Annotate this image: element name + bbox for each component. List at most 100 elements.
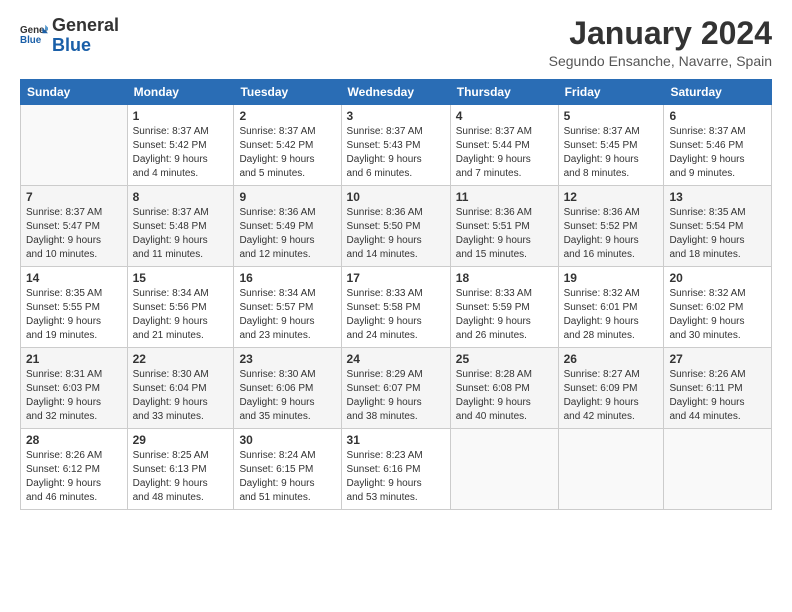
calendar-cell: 29 Sunrise: 8:25 AM Sunset: 6:13 PM Dayl… xyxy=(127,429,234,510)
calendar-cell: 14 Sunrise: 8:35 AM Sunset: 5:55 PM Dayl… xyxy=(21,267,128,348)
week-row-4: 28 Sunrise: 8:26 AM Sunset: 6:12 PM Dayl… xyxy=(21,429,772,510)
day-number: 10 xyxy=(347,190,445,204)
day-info: Sunrise: 8:36 AM Sunset: 5:49 PM Dayligh… xyxy=(239,206,335,262)
calendar-cell: 20 Sunrise: 8:32 AM Sunset: 6:02 PM Dayl… xyxy=(664,267,772,348)
calendar-cell: 9 Sunrise: 8:36 AM Sunset: 5:49 PM Dayli… xyxy=(234,186,341,267)
calendar-cell: 16 Sunrise: 8:34 AM Sunset: 5:57 PM Dayl… xyxy=(234,267,341,348)
day-number: 22 xyxy=(133,352,229,366)
month-title: January 2024 xyxy=(549,16,772,51)
day-info: Sunrise: 8:37 AM Sunset: 5:48 PM Dayligh… xyxy=(133,206,229,262)
calendar-cell: 7 Sunrise: 8:37 AM Sunset: 5:47 PM Dayli… xyxy=(21,186,128,267)
day-info: Sunrise: 8:37 AM Sunset: 5:47 PM Dayligh… xyxy=(26,206,122,262)
calendar-cell: 12 Sunrise: 8:36 AM Sunset: 5:52 PM Dayl… xyxy=(558,186,664,267)
calendar-cell: 2 Sunrise: 8:37 AM Sunset: 5:42 PM Dayli… xyxy=(234,105,341,186)
day-info: Sunrise: 8:37 AM Sunset: 5:46 PM Dayligh… xyxy=(669,125,766,181)
day-info: Sunrise: 8:37 AM Sunset: 5:42 PM Dayligh… xyxy=(133,125,229,181)
day-info: Sunrise: 8:35 AM Sunset: 5:54 PM Dayligh… xyxy=(669,206,766,262)
day-number: 3 xyxy=(347,109,445,123)
day-number: 28 xyxy=(26,433,122,447)
day-number: 11 xyxy=(456,190,553,204)
day-info: Sunrise: 8:31 AM Sunset: 6:03 PM Dayligh… xyxy=(26,368,122,424)
calendar-cell: 6 Sunrise: 8:37 AM Sunset: 5:46 PM Dayli… xyxy=(664,105,772,186)
col-sunday: Sunday xyxy=(21,80,128,105)
day-info: Sunrise: 8:35 AM Sunset: 5:55 PM Dayligh… xyxy=(26,287,122,343)
calendar-cell: 1 Sunrise: 8:37 AM Sunset: 5:42 PM Dayli… xyxy=(127,105,234,186)
calendar-cell: 30 Sunrise: 8:24 AM Sunset: 6:15 PM Dayl… xyxy=(234,429,341,510)
col-wednesday: Wednesday xyxy=(341,80,450,105)
day-number: 6 xyxy=(669,109,766,123)
calendar-cell: 26 Sunrise: 8:27 AM Sunset: 6:09 PM Dayl… xyxy=(558,348,664,429)
calendar-cell: 4 Sunrise: 8:37 AM Sunset: 5:44 PM Dayli… xyxy=(450,105,558,186)
calendar-cell: 27 Sunrise: 8:26 AM Sunset: 6:11 PM Dayl… xyxy=(664,348,772,429)
day-info: Sunrise: 8:26 AM Sunset: 6:12 PM Dayligh… xyxy=(26,449,122,505)
header: General Blue General Blue January 2024 S… xyxy=(20,16,772,69)
day-number: 18 xyxy=(456,271,553,285)
day-number: 25 xyxy=(456,352,553,366)
day-info: Sunrise: 8:37 AM Sunset: 5:44 PM Dayligh… xyxy=(456,125,553,181)
title-area: January 2024 Segundo Ensanche, Navarre, … xyxy=(549,16,772,69)
day-number: 14 xyxy=(26,271,122,285)
col-saturday: Saturday xyxy=(664,80,772,105)
day-info: Sunrise: 8:23 AM Sunset: 6:16 PM Dayligh… xyxy=(347,449,445,505)
day-number: 26 xyxy=(564,352,659,366)
day-info: Sunrise: 8:26 AM Sunset: 6:11 PM Dayligh… xyxy=(669,368,766,424)
calendar-cell xyxy=(664,429,772,510)
col-tuesday: Tuesday xyxy=(234,80,341,105)
day-number: 8 xyxy=(133,190,229,204)
calendar-cell xyxy=(558,429,664,510)
day-info: Sunrise: 8:27 AM Sunset: 6:09 PM Dayligh… xyxy=(564,368,659,424)
day-info: Sunrise: 8:34 AM Sunset: 5:57 PM Dayligh… xyxy=(239,287,335,343)
calendar-cell: 17 Sunrise: 8:33 AM Sunset: 5:58 PM Dayl… xyxy=(341,267,450,348)
calendar-cell: 24 Sunrise: 8:29 AM Sunset: 6:07 PM Dayl… xyxy=(341,348,450,429)
col-monday: Monday xyxy=(127,80,234,105)
day-number: 20 xyxy=(669,271,766,285)
calendar-cell: 31 Sunrise: 8:23 AM Sunset: 6:16 PM Dayl… xyxy=(341,429,450,510)
calendar-cell: 18 Sunrise: 8:33 AM Sunset: 5:59 PM Dayl… xyxy=(450,267,558,348)
day-number: 2 xyxy=(239,109,335,123)
day-number: 4 xyxy=(456,109,553,123)
day-info: Sunrise: 8:32 AM Sunset: 6:02 PM Dayligh… xyxy=(669,287,766,343)
calendar-cell: 25 Sunrise: 8:28 AM Sunset: 6:08 PM Dayl… xyxy=(450,348,558,429)
page-container: General Blue General Blue January 2024 S… xyxy=(0,0,792,612)
week-row-3: 21 Sunrise: 8:31 AM Sunset: 6:03 PM Dayl… xyxy=(21,348,772,429)
calendar-cell: 23 Sunrise: 8:30 AM Sunset: 6:06 PM Dayl… xyxy=(234,348,341,429)
day-info: Sunrise: 8:33 AM Sunset: 5:59 PM Dayligh… xyxy=(456,287,553,343)
day-info: Sunrise: 8:37 AM Sunset: 5:42 PM Dayligh… xyxy=(239,125,335,181)
calendar-cell: 28 Sunrise: 8:26 AM Sunset: 6:12 PM Dayl… xyxy=(21,429,128,510)
day-number: 21 xyxy=(26,352,122,366)
day-info: Sunrise: 8:37 AM Sunset: 5:43 PM Dayligh… xyxy=(347,125,445,181)
calendar-body: 1 Sunrise: 8:37 AM Sunset: 5:42 PM Dayli… xyxy=(21,105,772,510)
day-number: 17 xyxy=(347,271,445,285)
day-info: Sunrise: 8:33 AM Sunset: 5:58 PM Dayligh… xyxy=(347,287,445,343)
calendar-cell xyxy=(450,429,558,510)
day-number: 31 xyxy=(347,433,445,447)
day-info: Sunrise: 8:30 AM Sunset: 6:04 PM Dayligh… xyxy=(133,368,229,424)
day-number: 15 xyxy=(133,271,229,285)
day-number: 13 xyxy=(669,190,766,204)
day-number: 29 xyxy=(133,433,229,447)
day-number: 27 xyxy=(669,352,766,366)
day-number: 12 xyxy=(564,190,659,204)
day-info: Sunrise: 8:28 AM Sunset: 6:08 PM Dayligh… xyxy=(456,368,553,424)
col-friday: Friday xyxy=(558,80,664,105)
day-info: Sunrise: 8:30 AM Sunset: 6:06 PM Dayligh… xyxy=(239,368,335,424)
calendar-table: Sunday Monday Tuesday Wednesday Thursday… xyxy=(20,79,772,510)
logo: General Blue General Blue xyxy=(20,16,119,56)
day-info: Sunrise: 8:36 AM Sunset: 5:51 PM Dayligh… xyxy=(456,206,553,262)
day-number: 9 xyxy=(239,190,335,204)
svg-text:Blue: Blue xyxy=(20,35,42,46)
header-row: Sunday Monday Tuesday Wednesday Thursday… xyxy=(21,80,772,105)
calendar-cell: 8 Sunrise: 8:37 AM Sunset: 5:48 PM Dayli… xyxy=(127,186,234,267)
day-info: Sunrise: 8:32 AM Sunset: 6:01 PM Dayligh… xyxy=(564,287,659,343)
calendar-cell: 13 Sunrise: 8:35 AM Sunset: 5:54 PM Dayl… xyxy=(664,186,772,267)
calendar-cell: 11 Sunrise: 8:36 AM Sunset: 5:51 PM Dayl… xyxy=(450,186,558,267)
day-number: 1 xyxy=(133,109,229,123)
col-thursday: Thursday xyxy=(450,80,558,105)
day-number: 24 xyxy=(347,352,445,366)
calendar-cell: 15 Sunrise: 8:34 AM Sunset: 5:56 PM Dayl… xyxy=(127,267,234,348)
day-number: 30 xyxy=(239,433,335,447)
day-number: 23 xyxy=(239,352,335,366)
calendar-cell: 3 Sunrise: 8:37 AM Sunset: 5:43 PM Dayli… xyxy=(341,105,450,186)
calendar-cell: 10 Sunrise: 8:36 AM Sunset: 5:50 PM Dayl… xyxy=(341,186,450,267)
logo-text: General Blue xyxy=(52,16,119,56)
